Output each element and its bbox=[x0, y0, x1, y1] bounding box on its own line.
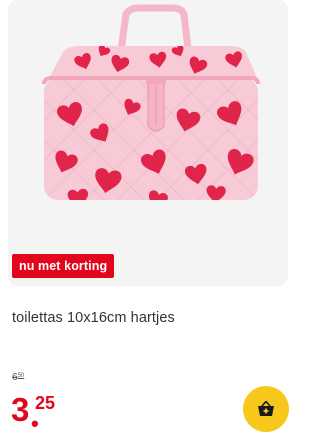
old-price: 650 bbox=[12, 372, 24, 383]
product-card[interactable]: nu met korting toilettas 10x16cm hartjes… bbox=[0, 0, 295, 446]
discount-badge: nu met korting bbox=[12, 254, 115, 278]
price-cents: 25 bbox=[35, 393, 56, 413]
price-separator: • bbox=[31, 411, 39, 436]
price-whole: 3 bbox=[11, 391, 30, 428]
product-title[interactable]: toilettas 10x16cm hartjes bbox=[12, 310, 175, 326]
toiletry-bag-image bbox=[42, 4, 260, 200]
current-price: 3 • 25 bbox=[11, 390, 55, 435]
product-image[interactable] bbox=[8, 0, 288, 286]
old-price-cents: 50 bbox=[17, 373, 25, 379]
add-to-cart-button[interactable] bbox=[243, 386, 289, 432]
basket-plus-icon bbox=[258, 401, 274, 416]
